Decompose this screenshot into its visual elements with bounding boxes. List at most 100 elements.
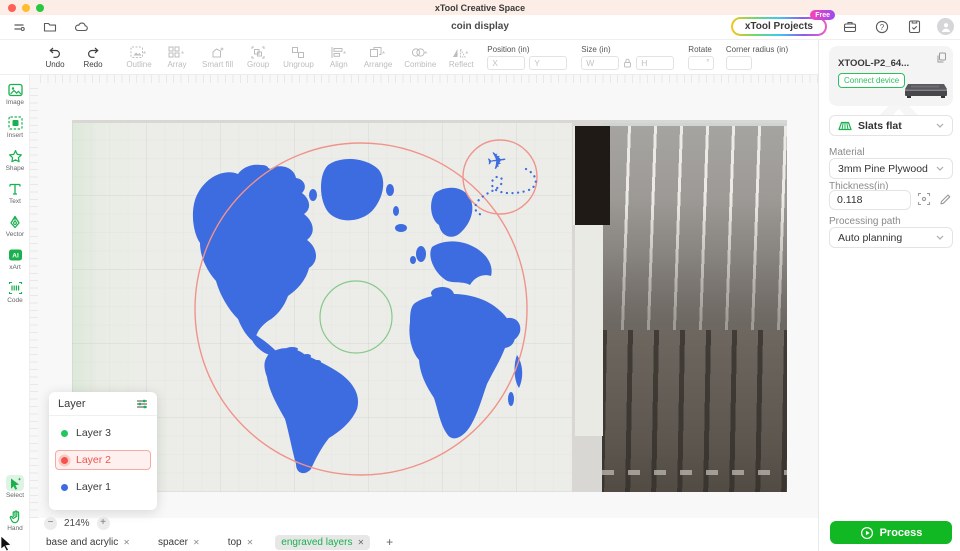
connect-device-button[interactable]: Connect device [838,73,905,88]
undo-button[interactable]: Undo [42,45,68,69]
close-tab-icon[interactable]: ✕ [193,538,200,547]
add-tab-button[interactable]: + [386,535,393,549]
close-tab-icon[interactable]: ✕ [357,538,364,547]
bed-mode-select[interactable]: Slats flat [829,115,953,136]
close-tab-icon[interactable]: ✕ [123,538,130,547]
select-cursor-icon [6,475,24,491]
bed-slats-marks [602,470,787,475]
camera-bed-view [72,120,787,492]
ruler-horizontal [40,75,818,83]
barcode-icon [6,280,24,296]
position-x-input[interactable] [487,56,525,70]
layer1-color-dot [61,484,68,491]
shape-star-icon [6,148,24,164]
right-panel: ✕ XTOOL-P2_64... Connect device Slats fl… [818,40,960,551]
layer2-color-dot [61,457,68,464]
layer-row-2[interactable]: Layer 2 [55,450,151,470]
rotate-group: Rotate ° [688,45,712,70]
tab-base-and-acrylic[interactable]: base and acrylic ✕ [40,535,136,550]
menubar: coin display xTool Projects Free ? [0,15,960,40]
xtool-projects-button[interactable]: xTool Projects Free [731,17,827,36]
zoom-out-button[interactable]: − [44,517,57,530]
size-group: Size (in) [581,45,674,70]
tab-top[interactable]: top ✕ [222,535,260,550]
sidebar-item-insert[interactable]: Insert [0,115,30,139]
help-icon[interactable]: ? [873,18,891,36]
device-card: XTOOL-P2_64... Connect device [829,46,953,106]
outline-button[interactable]: Outline [126,45,152,69]
close-tab-icon[interactable]: ✕ [247,538,254,547]
position-group: Position (in) [487,45,567,70]
zoom-in-button[interactable]: + [97,517,110,530]
sidebar-item-shape[interactable]: Shape [0,148,30,172]
layer-settings-icon[interactable] [136,398,148,410]
sidebar-item-text[interactable]: Text [0,181,30,205]
sidebar-item-hand[interactable]: Hand [0,508,30,532]
sidebar-item-vector[interactable]: Vector [0,214,30,238]
xtool-projects-label: xTool Projects [733,19,825,34]
process-button[interactable]: Process [830,521,952,544]
mouse-cursor [0,536,13,551]
size-w-input[interactable] [581,56,619,70]
material-torn-edge [575,220,603,436]
processing-path-select[interactable]: Auto planning [829,227,953,248]
align-button[interactable]: Align [326,45,352,69]
tab-spacer[interactable]: spacer ✕ [152,535,206,550]
smart-fill-button[interactable]: Smart fill [202,45,233,69]
position-y-input[interactable] [529,56,567,70]
svg-text:?: ? [880,22,885,31]
zoom-control: − 214% + [44,517,110,530]
layer-row-3[interactable]: Layer 3 [55,423,151,443]
degree-unit: ° [706,58,709,67]
slats-flat-icon [838,120,852,132]
processing-path-label: Processing path [829,216,901,227]
material-label: Material [829,147,865,158]
thickness-input[interactable] [829,190,911,210]
material-select[interactable]: 3mm Pine Plywood [829,158,953,179]
sidebar-item-code[interactable]: Code [0,280,30,304]
tab-engraved-layers[interactable]: engraved layers ✕ [275,535,370,550]
layer3-color-dot [61,430,68,437]
size-h-input[interactable] [636,56,674,70]
undo-icon [48,45,62,59]
avatar[interactable] [937,18,954,35]
ruler-vertical [30,83,38,518]
workspace-icon[interactable] [841,18,859,36]
zoom-level: 214% [64,518,90,529]
auto-measure-icon[interactable] [917,192,931,206]
corner-radius-group: Corner radius (in) [726,45,788,70]
chevron-down-icon [936,166,944,171]
group-button[interactable]: Group [245,45,271,69]
edit-pencil-icon[interactable] [939,192,952,206]
play-icon [860,526,874,540]
sidebar-item-xart[interactable]: AI xArt [0,247,30,271]
canvas-tabs: base and acrylic ✕ spacer ✕ top ✕ engrav… [40,533,393,551]
layers-panel: Layer Layer 3 Layer 2 Layer 1 [49,392,157,510]
bed-slats-lower [602,330,787,492]
text-icon [6,181,24,197]
dropdown-caret [143,51,146,53]
ungroup-button[interactable]: Ungroup [283,45,314,69]
chevron-down-icon [936,123,944,128]
copy-icon[interactable] [936,52,946,63]
chevron-down-icon [936,235,944,240]
feedback-icon[interactable] [905,18,923,36]
reflect-button[interactable]: Reflect [448,45,474,69]
bed-gap-dark [573,126,610,225]
redo-icon [86,45,100,59]
combine-button[interactable]: Combine [404,45,436,69]
app-window: xTool Creative Space coin display xTool … [0,0,960,551]
insert-icon [6,115,24,131]
sidebar-item-select[interactable]: Select [0,475,30,499]
corner-radius-input[interactable] [726,56,752,70]
redo-button[interactable]: Redo [80,45,106,69]
xart-ai-icon: AI [6,247,24,263]
svg-text:AI: AI [12,253,19,260]
layer-row-1[interactable]: Layer 1 [55,477,151,497]
rotate-input[interactable] [688,56,714,70]
array-button[interactable]: Array [164,45,190,69]
arrange-button[interactable]: Arrange [364,45,392,69]
sidebar-item-image[interactable]: Image [0,82,30,106]
lock-aspect-icon[interactable] [623,58,632,68]
device-image [903,76,949,100]
